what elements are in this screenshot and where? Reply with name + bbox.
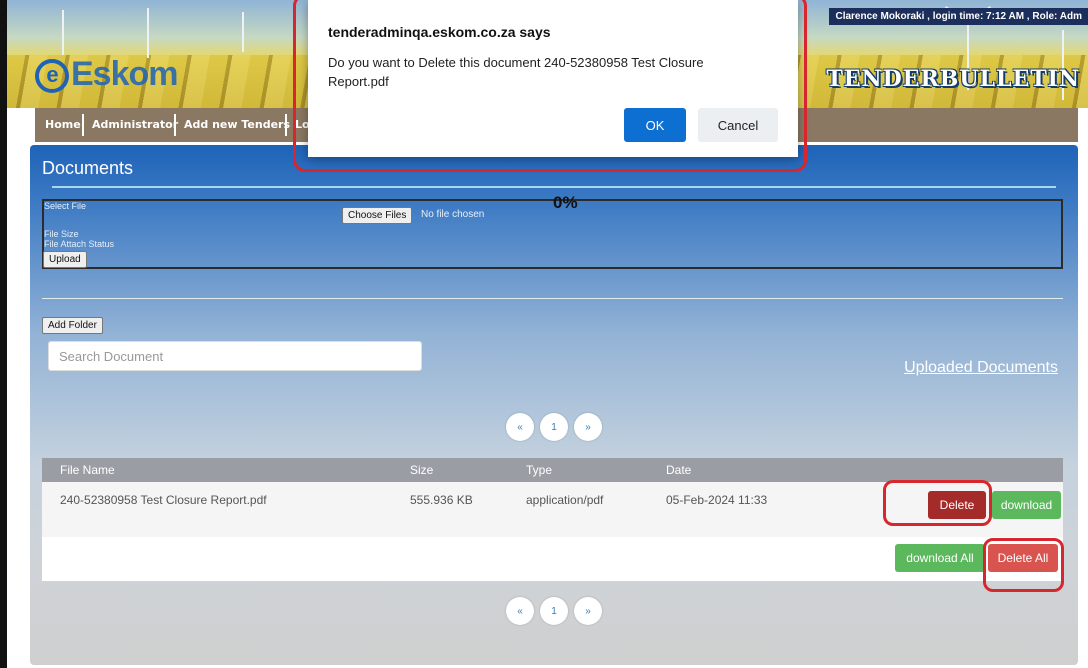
page-title: Documents — [42, 158, 134, 178]
download-all-button[interactable]: download All — [895, 544, 985, 572]
eskom-logo[interactable]: e Eskom — [35, 55, 178, 94]
file-size-cell: 555.936 KB — [410, 493, 473, 507]
nav-home[interactable]: Home — [39, 108, 87, 142]
nav-divider — [174, 114, 176, 136]
file-attach-status-label: File Attach Status — [44, 239, 115, 249]
pagination-page-button[interactable]: 1 — [540, 413, 568, 441]
pagination-next-button[interactable]: » — [574, 597, 602, 625]
file-size-label: File Size — [44, 229, 79, 239]
column-header-size: Size — [410, 463, 434, 477]
pagination-prev-button[interactable]: « — [506, 597, 534, 625]
nav-divider — [82, 114, 84, 136]
upload-button[interactable]: Upload — [43, 251, 87, 268]
column-header-date: Date — [666, 463, 692, 477]
section-divider — [42, 298, 1063, 299]
upload-progress-percent: 0% — [553, 193, 578, 212]
window-edge — [0, 0, 7, 668]
nav-add-new-tenders[interactable]: Add new Tenders — [178, 108, 296, 142]
search-placeholder: Search Document — [59, 349, 164, 364]
nav-administrator[interactable]: Administrator — [86, 108, 184, 142]
wind-turbine-icon — [147, 8, 149, 58]
eskom-logo-icon: e — [35, 59, 69, 94]
no-file-chosen-text: No file chosen — [421, 209, 485, 220]
pagination-prev-button[interactable]: « — [506, 413, 534, 441]
pagination-top: « 1 » — [506, 413, 602, 441]
column-header-file-name: File Name — [60, 463, 115, 477]
tenderbulletin-brand: TENDERBULLETIN — [826, 66, 1080, 92]
pagination-page-button[interactable]: 1 — [540, 597, 568, 625]
user-login-info: Clarence Mokoraki , login time: 7:12 AM … — [829, 8, 1088, 25]
pagination-bottom: « 1 » — [506, 597, 602, 625]
wind-turbine-icon — [62, 10, 64, 55]
pagination-next-button[interactable]: » — [574, 413, 602, 441]
download-button[interactable]: download — [992, 491, 1061, 519]
add-folder-button[interactable]: Add Folder — [42, 317, 103, 334]
file-name-cell: 240-52380958 Test Closure Report.pdf — [60, 493, 267, 507]
annotation-highlight-dialog — [293, 0, 807, 172]
select-file-label: Select File — [44, 201, 87, 211]
choose-files-button[interactable]: Choose Files — [342, 207, 413, 224]
column-header-type: Type — [526, 463, 553, 477]
file-date-cell: 05-Feb-2024 11:33 — [666, 493, 768, 507]
wind-turbine-icon — [242, 12, 244, 52]
uploaded-documents-link[interactable]: Uploaded Documents — [904, 359, 1058, 377]
file-type-cell: application/pdf — [526, 493, 604, 507]
nav-divider — [285, 114, 287, 136]
annotation-highlight-delete-all — [983, 538, 1064, 592]
table-header: File Name Size Type Date — [42, 458, 1063, 482]
title-divider — [52, 186, 1056, 188]
search-input[interactable]: Search Document — [48, 341, 422, 371]
annotation-highlight-delete — [883, 480, 992, 526]
logo-text: Eskom — [71, 55, 178, 93]
